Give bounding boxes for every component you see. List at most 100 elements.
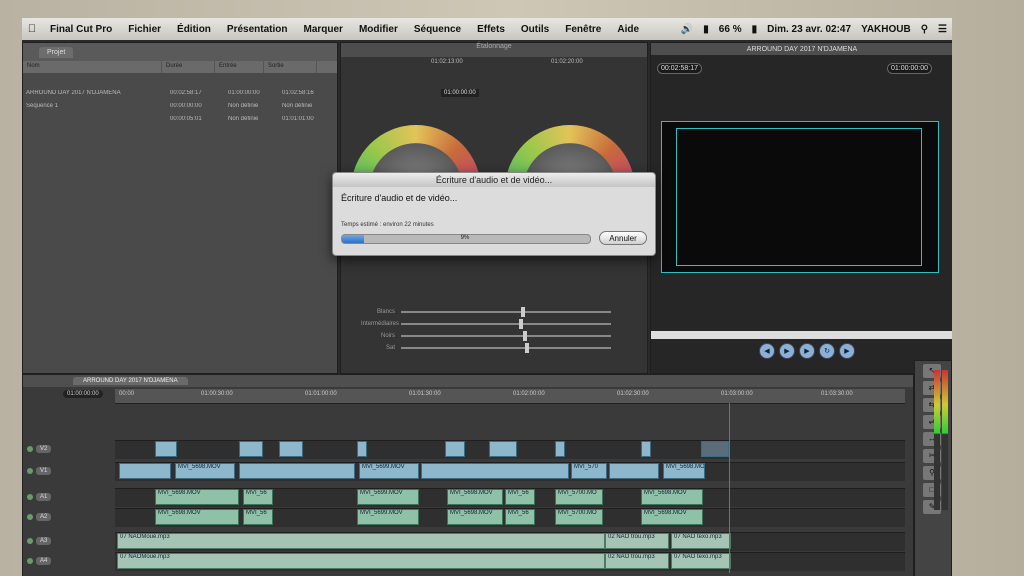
list-item[interactable]: 00:00:05:01 Non définie 01:01:01:00: [23, 112, 337, 125]
menu-modifier[interactable]: Modifier: [351, 24, 406, 35]
music-clip[interactable]: 02 NAO trou.mp3: [605, 553, 669, 569]
apple-menu-icon[interactable]: : [22, 23, 42, 35]
dialog-title: Écriture d'audio et de vidéo...: [333, 173, 655, 187]
previous-edit-icon[interactable]: ◀: [759, 343, 775, 359]
next-edit-icon[interactable]: ▶: [839, 343, 855, 359]
spotlight-search-icon[interactable]: ⚲: [916, 24, 933, 35]
browser-column-headers: Nom Durée Entrée Sortie: [23, 61, 337, 73]
canvas-panel: ARROUND DAY 2017 N'DJAMENA 00:02:58:17 0…: [650, 42, 952, 374]
browser-tab[interactable]: Projet: [39, 46, 74, 58]
video-clip[interactable]: [155, 441, 177, 457]
video-clip[interactable]: [701, 441, 729, 457]
music-clip[interactable]: 07 NAOMoue.mp3: [117, 533, 605, 549]
col-out[interactable]: Sortie: [264, 61, 317, 73]
audio-clip[interactable]: MVI_56: [505, 509, 535, 525]
cancel-button[interactable]: Annuler: [599, 231, 647, 245]
track-header-a3[interactable]: A3: [27, 533, 113, 549]
timeline-panel: ARROUND DAY 2017 N'DJAMENA 01:00:00:00 0…: [22, 374, 914, 576]
video-clip[interactable]: [279, 441, 303, 457]
timeline-tab[interactable]: ARROUND DAY 2017 N'DJAMENA: [73, 377, 188, 385]
flag-icon[interactable]: ▮: [698, 24, 714, 35]
video-clip[interactable]: [641, 441, 651, 457]
play-icon[interactable]: ▶: [799, 343, 815, 359]
audio-clip[interactable]: MVI_5698.MOV: [155, 509, 239, 525]
video-clip[interactable]: [609, 463, 659, 479]
music-clip[interactable]: 07 NAO texo.mp3: [671, 553, 731, 569]
clock[interactable]: Dim. 23 avr. 02:47: [762, 24, 856, 35]
playhead[interactable]: [729, 403, 730, 573]
track-header-a1[interactable]: A1: [27, 489, 113, 505]
play-in-out-icon[interactable]: ▶: [779, 343, 795, 359]
audio-clip[interactable]: MVI_5700.MO: [555, 509, 603, 525]
menu-aide[interactable]: Aide: [609, 24, 647, 35]
video-clip[interactable]: [239, 463, 355, 479]
col-name[interactable]: Nom: [23, 61, 162, 73]
video-clip[interactable]: [357, 441, 367, 457]
audio-clip[interactable]: MVI_5699.MOV: [357, 509, 419, 525]
scrubber-bar[interactable]: [651, 331, 952, 339]
menu-fichier[interactable]: Fichier: [120, 24, 169, 35]
video-clip[interactable]: MVI_570: [571, 463, 607, 479]
dialog-message: Écriture d'audio et de vidéo...: [341, 193, 458, 203]
video-clip[interactable]: [119, 463, 171, 479]
list-item[interactable]: Séquence 1 00:00:00:00 Non définie Non d…: [23, 99, 337, 112]
time-ruler[interactable]: 00:00 01:00:30:00 01:01:00:00 01:01:30:0…: [115, 389, 905, 404]
list-item[interactable]: ARROUND DAY 2017 N'DJAMENA 00:02:58:17 0…: [23, 86, 337, 99]
video-clip[interactable]: [555, 441, 565, 457]
slider-intermediaires[interactable]: Intermédiaires: [361, 319, 611, 329]
audio-clip[interactable]: MVI_5698.MOV: [641, 509, 703, 525]
audio-meter-left: [934, 370, 940, 510]
screen:  Final Cut Pro Fichier Édition Présenta…: [22, 18, 952, 576]
video-clip[interactable]: MVI_5698.MOV: [175, 463, 235, 479]
play-around-icon[interactable]: ↻: [819, 343, 835, 359]
music-clip[interactable]: 07 NAOMoue.mp3: [117, 553, 605, 569]
track-header-a2[interactable]: A2: [27, 509, 113, 525]
menu-effets[interactable]: Effets: [469, 24, 513, 35]
audio-clip[interactable]: MVI_56: [243, 489, 273, 505]
battery-status[interactable]: 66 %: [714, 24, 747, 35]
music-clip[interactable]: 02 NAO trou.mp3: [605, 533, 669, 549]
slider-noirs[interactable]: Noirs: [361, 331, 611, 341]
music-clip[interactable]: 07 NAO texo.mp3: [671, 533, 731, 549]
tick-label: 01:02:30:00: [617, 391, 649, 397]
slider-blancs[interactable]: Blancs: [361, 307, 611, 317]
tick-label: 01:02:00:00: [513, 391, 545, 397]
menu-presentation[interactable]: Présentation: [219, 24, 296, 35]
menu-outils[interactable]: Outils: [513, 24, 557, 35]
track-header-v1[interactable]: V1: [27, 463, 113, 479]
user-name[interactable]: YAKHOUB: [856, 24, 916, 35]
col-duration[interactable]: Durée: [162, 61, 215, 73]
audio-clip[interactable]: MVI_5698.MOV: [447, 489, 503, 505]
audio-clip[interactable]: MVI_56: [243, 509, 273, 525]
audio-clip[interactable]: MVI_5699.MOV: [357, 489, 419, 505]
menu-fenetre[interactable]: Fenêtre: [557, 24, 609, 35]
menu-marquer[interactable]: Marquer: [296, 24, 351, 35]
audio-clip[interactable]: MVI_5698.MOV: [447, 509, 503, 525]
col-in[interactable]: Entrée: [215, 61, 264, 73]
video-canvas[interactable]: [661, 121, 939, 273]
video-clip[interactable]: [489, 441, 517, 457]
video-clip[interactable]: MVI_5698.MOV: [663, 463, 705, 479]
menu-edition[interactable]: Édition: [169, 24, 219, 35]
video-clip[interactable]: [421, 463, 569, 479]
video-clip[interactable]: MVI_5699.MOV: [359, 463, 419, 479]
list-item[interactable]: [23, 73, 337, 86]
video-clip[interactable]: [445, 441, 465, 457]
menu-sequence[interactable]: Séquence: [406, 24, 469, 35]
menu-app[interactable]: Final Cut Pro: [42, 24, 120, 35]
audio-clip[interactable]: MVI_5700.MO: [555, 489, 603, 505]
timecode-field[interactable]: 01:00:00:00: [441, 89, 479, 97]
timeline-timecode[interactable]: 01:00:00:00: [63, 390, 103, 398]
duration-timecode[interactable]: 00:02:58:17: [657, 63, 702, 74]
audio-clip[interactable]: MVI_5698.MOV: [155, 489, 239, 505]
volume-icon[interactable]: 🔊: [676, 24, 698, 35]
tick-label: 01:03:30:00: [821, 391, 853, 397]
video-clip[interactable]: [239, 441, 263, 457]
notification-list-icon[interactable]: ☰: [933, 24, 952, 35]
audio-clip[interactable]: MVI_56: [505, 489, 535, 505]
audio-clip[interactable]: MVI_5698.MOV: [641, 489, 703, 505]
slider-sat[interactable]: Sat: [361, 343, 611, 353]
current-timecode[interactable]: 01:00:00:00: [887, 63, 932, 74]
track-header-v2[interactable]: V2: [27, 441, 113, 457]
track-header-a4[interactable]: A4: [27, 553, 113, 569]
